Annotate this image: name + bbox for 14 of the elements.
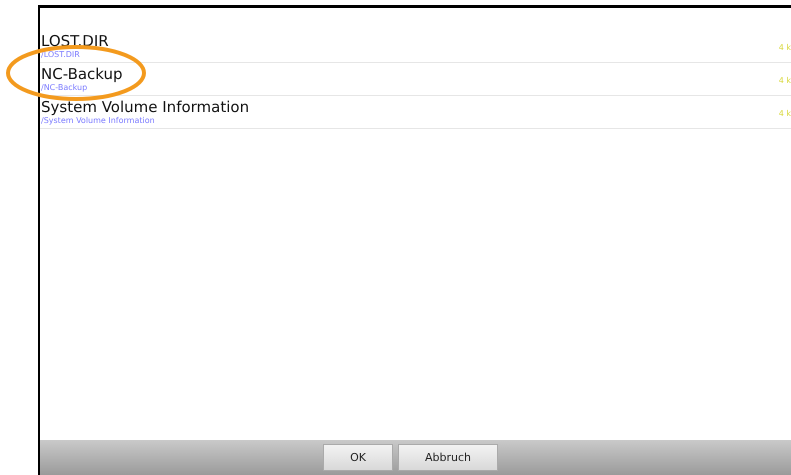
folder-path: /NC-Backup [41,83,88,93]
folder-size: 4 k [778,43,791,52]
folder-row[interactable]: LOST.DIR /LOST.DIR 4 k [40,30,791,63]
folder-row[interactable]: NC-Backup /NC-Backup 4 k [40,63,791,96]
ok-button[interactable]: OK [323,444,393,471]
folder-row[interactable]: System Volume Information /System Volume Information 4 k [40,96,791,129]
folder-path: /System Volume Information [41,116,156,126]
folder-size: 4 k [778,76,791,85]
folder-name: NC-Backup [41,66,123,83]
folder-size: 4 k [778,109,791,118]
folder-name: LOST.DIR [41,33,109,50]
folder-name: System Volume Information [41,99,250,116]
cancel-button[interactable]: Abbruch [398,444,498,471]
folder-path: /LOST.DIR [41,50,81,60]
